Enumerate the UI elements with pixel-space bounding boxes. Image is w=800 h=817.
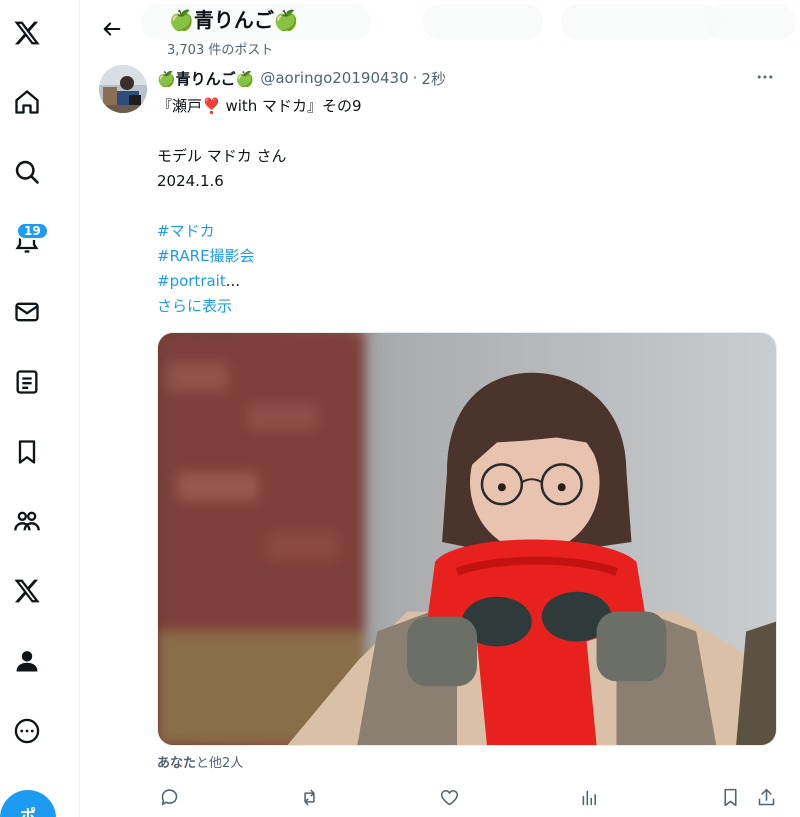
- search-icon[interactable]: [6, 151, 48, 193]
- reply-icon: [161, 788, 177, 805]
- mail-icon[interactable]: [6, 291, 48, 333]
- hashtag-line: #portrait...: [157, 269, 240, 294]
- profile-header: 🍏青りんご🍏 3,703 件のポスト: [81, 0, 800, 60]
- liked-by-others: と他2人: [196, 756, 244, 771]
- communities-icon[interactable]: [6, 500, 48, 542]
- back-button[interactable]: [95, 12, 129, 46]
- header-backdrop: [706, 4, 796, 40]
- bookmark-icon[interactable]: [6, 431, 48, 473]
- app-root: 19 ポ 🍏青りんご🍏 3,703 件のポスト 🍏青りんご🍏 @aoringo2…: [0, 0, 800, 817]
- post-count: 3,703 件のポスト: [167, 43, 274, 58]
- liked-by-you: あなた: [157, 756, 197, 771]
- x-logo-icon[interactable]: [6, 12, 48, 54]
- share-button[interactable]: [754, 785, 778, 809]
- bookmark-icon: [723, 788, 737, 806]
- show-more-link[interactable]: さらに表示: [157, 294, 232, 319]
- post-timestamp[interactable]: 2秒: [421, 68, 446, 89]
- hashtag-link[interactable]: #portrait: [157, 272, 226, 290]
- views-icon: [582, 790, 596, 805]
- profile-icon[interactable]: [6, 640, 48, 682]
- repost-button[interactable]: [297, 785, 321, 809]
- author-name[interactable]: 🍏青りんご🍏: [157, 68, 254, 89]
- more-options-button[interactable]: [752, 66, 778, 88]
- hashtag-link[interactable]: #RARE撮影会: [157, 244, 255, 269]
- separator: ·: [412, 69, 418, 87]
- hashtag-link[interactable]: #マドカ: [157, 219, 215, 244]
- truncation-ellipsis: ...: [225, 272, 241, 290]
- arrow-left-icon: [103, 22, 121, 36]
- lists-icon[interactable]: [6, 361, 48, 403]
- header-backdrop: [561, 4, 721, 40]
- share-icon: [758, 788, 774, 805]
- notification-badge: 19: [16, 222, 49, 240]
- compose-post-button[interactable]: ポ: [0, 790, 56, 817]
- page-title: 🍏青りんご🍏: [169, 8, 299, 32]
- post-title-line: 『瀬戸❣️ with マドカ』その9: [157, 97, 362, 115]
- bookmark-button[interactable]: [718, 785, 742, 809]
- post-date-line: 2024.1.6: [157, 172, 224, 190]
- post-header: 🍏青りんご🍏 @aoringo20190430 · 2秒: [157, 67, 446, 89]
- premium-x-icon[interactable]: [6, 570, 48, 612]
- liked-by-line[interactable]: あなたと他2人: [157, 752, 243, 771]
- heart-icon: [440, 789, 458, 805]
- avatar[interactable]: [99, 65, 147, 113]
- repost-icon: [303, 789, 315, 805]
- author-handle[interactable]: @aoringo20190430: [260, 69, 408, 87]
- header-backdrop: [423, 4, 543, 40]
- like-button[interactable]: [437, 785, 461, 809]
- more-circle-icon[interactable]: [6, 710, 48, 752]
- post-model-line: モデル マドカ さん: [157, 147, 287, 165]
- home-icon[interactable]: [6, 81, 48, 123]
- views-button[interactable]: [577, 785, 601, 809]
- left-nav-rail: 19 ポ: [0, 0, 80, 817]
- reply-button[interactable]: [157, 785, 181, 809]
- more-horizontal-icon: [757, 75, 773, 79]
- post-image[interactable]: [157, 332, 777, 746]
- compose-label: ポ: [19, 806, 36, 817]
